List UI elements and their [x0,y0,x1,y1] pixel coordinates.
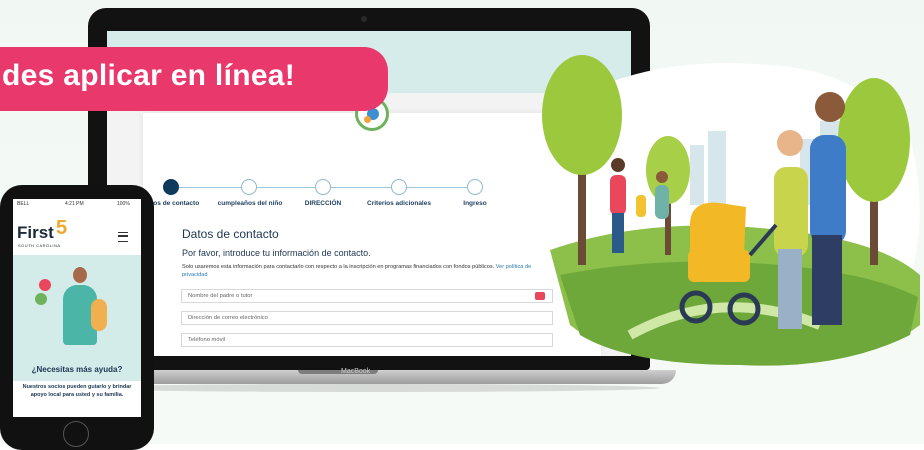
guardian-name-placeholder: Nombre del padre o tutor [188,293,253,299]
help-body-text: Nuestros socios pueden guiarlo y brindar… [22,384,132,398]
bg-mother-head [656,171,668,183]
mobile-phone-field[interactable]: Teléfono móvil [181,333,553,347]
stroller-hood [690,202,746,255]
privacy-note-text: Solo usaremos esta información para cont… [182,264,495,270]
promo-banner-text: des aplicar en línea! [2,59,296,92]
park-family-illustration [542,55,920,366]
form-title: Datos de contacto [182,227,279,241]
mother-coat [774,167,808,257]
leaf-icon [35,293,47,305]
phone-screen: BELL 4:21 PM 100% First 5 SOUTH CAROLINA… [13,199,141,417]
bg-mother-shirt [655,185,669,219]
father-shirt [810,135,846,245]
tree-crown-1 [542,55,622,175]
home-button[interactable] [63,421,89,447]
child-figure [91,299,107,331]
step-1-dot[interactable] [163,179,179,195]
help-heading: ¿Necesitas más ayuda? [13,359,141,381]
guardian-name-field[interactable]: Nombre del padre o tutor [181,289,553,303]
carrier-label: BELL [17,201,30,207]
hamburger-menu-icon[interactable] [118,232,128,242]
stroller-body [688,250,750,282]
step-5-dot[interactable] [467,179,483,195]
step-3-dot[interactable] [315,179,331,195]
laptop-camera [361,16,367,22]
mother-head [777,130,803,156]
step-5-label[interactable]: Ingreso [463,200,486,207]
phone-status-bar: BELL 4:21 PM 100% [13,199,141,209]
apple-icon [39,279,51,291]
email-placeholder: Dirección de correo electrónico [188,315,268,321]
first-five-logo-number: 5 [56,217,68,239]
bg-father-pants [612,213,624,253]
first-five-logo[interactable]: First [17,223,54,243]
bg-child [636,195,646,217]
city-building-2 [708,131,726,205]
step-2-dot[interactable] [241,179,257,195]
step-4-dot[interactable] [391,179,407,195]
step-2-label[interactable]: cumpleaños del niño [218,200,283,207]
mother-pants [778,249,802,329]
email-field[interactable]: Dirección de correo electrónico [181,311,553,325]
smartphone: BELL 4:21 PM 100% First 5 SOUTH CAROLINA… [0,185,154,450]
laptop-shadow [80,384,660,392]
city-building-1 [690,145,704,205]
bg-father-shirt [610,175,626,215]
step-3-label[interactable]: DIRECCIÓN [305,200,341,207]
battery-label: 100% [117,201,130,207]
mobile-phone-placeholder: Teléfono móvil [188,337,226,343]
form-subtitle: Por favor, introduce tu información de c… [182,248,371,258]
father-pants [812,235,842,325]
bg-father-head [611,158,625,172]
status-time: 4:21 PM [65,201,84,207]
logo-subtitle: SOUTH CAROLINA [18,243,61,248]
tree-crown-2 [838,78,910,202]
step-4-label[interactable]: Criterios adicionales [367,200,431,207]
laptop-brand-label: MacBook [341,368,371,375]
privacy-note: Solo usaremos esta información para cont… [182,263,542,279]
father-head [815,92,845,122]
mother-figure-head [73,267,87,283]
